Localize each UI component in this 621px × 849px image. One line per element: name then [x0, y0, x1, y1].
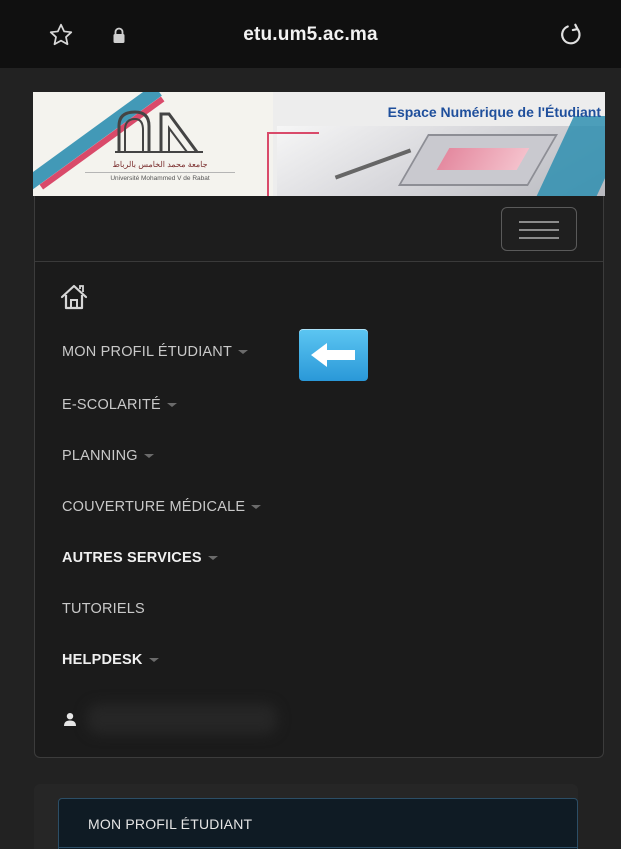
- nav-item-label: TUTORIELS: [62, 601, 145, 617]
- caret-down-icon: [166, 403, 177, 408]
- caret-down-icon: [207, 556, 218, 561]
- hamburger-icon: [519, 237, 559, 239]
- nav-item-label: E-SCOLARITÉ: [62, 397, 161, 413]
- hamburger-menu-button[interactable]: [501, 207, 577, 251]
- card-button-label: MON PROFIL ÉTUDIANT: [88, 816, 253, 832]
- reload-icon[interactable]: [558, 22, 584, 48]
- nav-item-label: PLANNING: [62, 448, 138, 464]
- site-banner[interactable]: جامعة محمد الخامس بالرباط Université Moh…: [33, 92, 605, 196]
- url-text[interactable]: etu.um5.ac.ma: [0, 24, 621, 46]
- navigation-menu: MON PROFIL ÉTUDIANT E-SCOLARITÉ PLANNING…: [34, 196, 604, 758]
- caret-down-icon: [148, 658, 159, 663]
- nav-item-label: COUVERTURE MÉDICALE: [62, 499, 246, 515]
- university-emblem-icon: [115, 110, 203, 153]
- nav-item-label: HELPDESK: [62, 652, 143, 668]
- nav-item-e-scolarite[interactable]: E-SCOLARITÉ: [62, 397, 177, 413]
- nav-item-helpdesk[interactable]: HELPDESK: [62, 652, 159, 668]
- university-name-arabic: جامعة محمد الخامس بالرباط: [112, 160, 208, 169]
- user-name-redacted[interactable]: [87, 704, 277, 734]
- nav-item-mon-profil-etudiant[interactable]: MON PROFIL ÉTUDIANT: [62, 344, 249, 360]
- hamburger-icon: [519, 229, 559, 231]
- user-icon[interactable]: [63, 712, 77, 726]
- divider: [59, 847, 577, 848]
- browser-address-bar: etu.um5.ac.ma: [0, 0, 621, 68]
- banner-title: Espace Numérique de l'Étudiant: [387, 104, 601, 120]
- nav-item-planning[interactable]: PLANNING: [62, 448, 154, 464]
- nav-item-autres-services[interactable]: AUTRES SERVICES: [62, 550, 218, 566]
- nav-item-couverture-medicale[interactable]: COUVERTURE MÉDICALE: [62, 499, 262, 515]
- nav-item-tutoriels[interactable]: TUTORIELS: [62, 601, 145, 617]
- caret-down-icon: [251, 505, 262, 510]
- caret-down-icon: [143, 454, 154, 459]
- hamburger-icon: [519, 221, 559, 223]
- nav-header: [35, 196, 603, 262]
- nav-item-label: AUTRES SERVICES: [62, 550, 202, 566]
- caret-down-icon: [238, 350, 249, 355]
- nav-item-label: MON PROFIL ÉTUDIANT: [62, 344, 233, 360]
- laptop-screen: [436, 148, 530, 170]
- mon-profil-etudiant-button[interactable]: MON PROFIL ÉTUDIANT: [58, 798, 578, 849]
- banner-decoration: [267, 132, 319, 196]
- left-arrow-icon: [299, 329, 368, 381]
- university-name-french: Université Mohammed V de Rabat: [85, 172, 235, 182]
- home-icon[interactable]: [59, 282, 89, 312]
- content-card: MON PROFIL ÉTUDIANT: [34, 784, 578, 849]
